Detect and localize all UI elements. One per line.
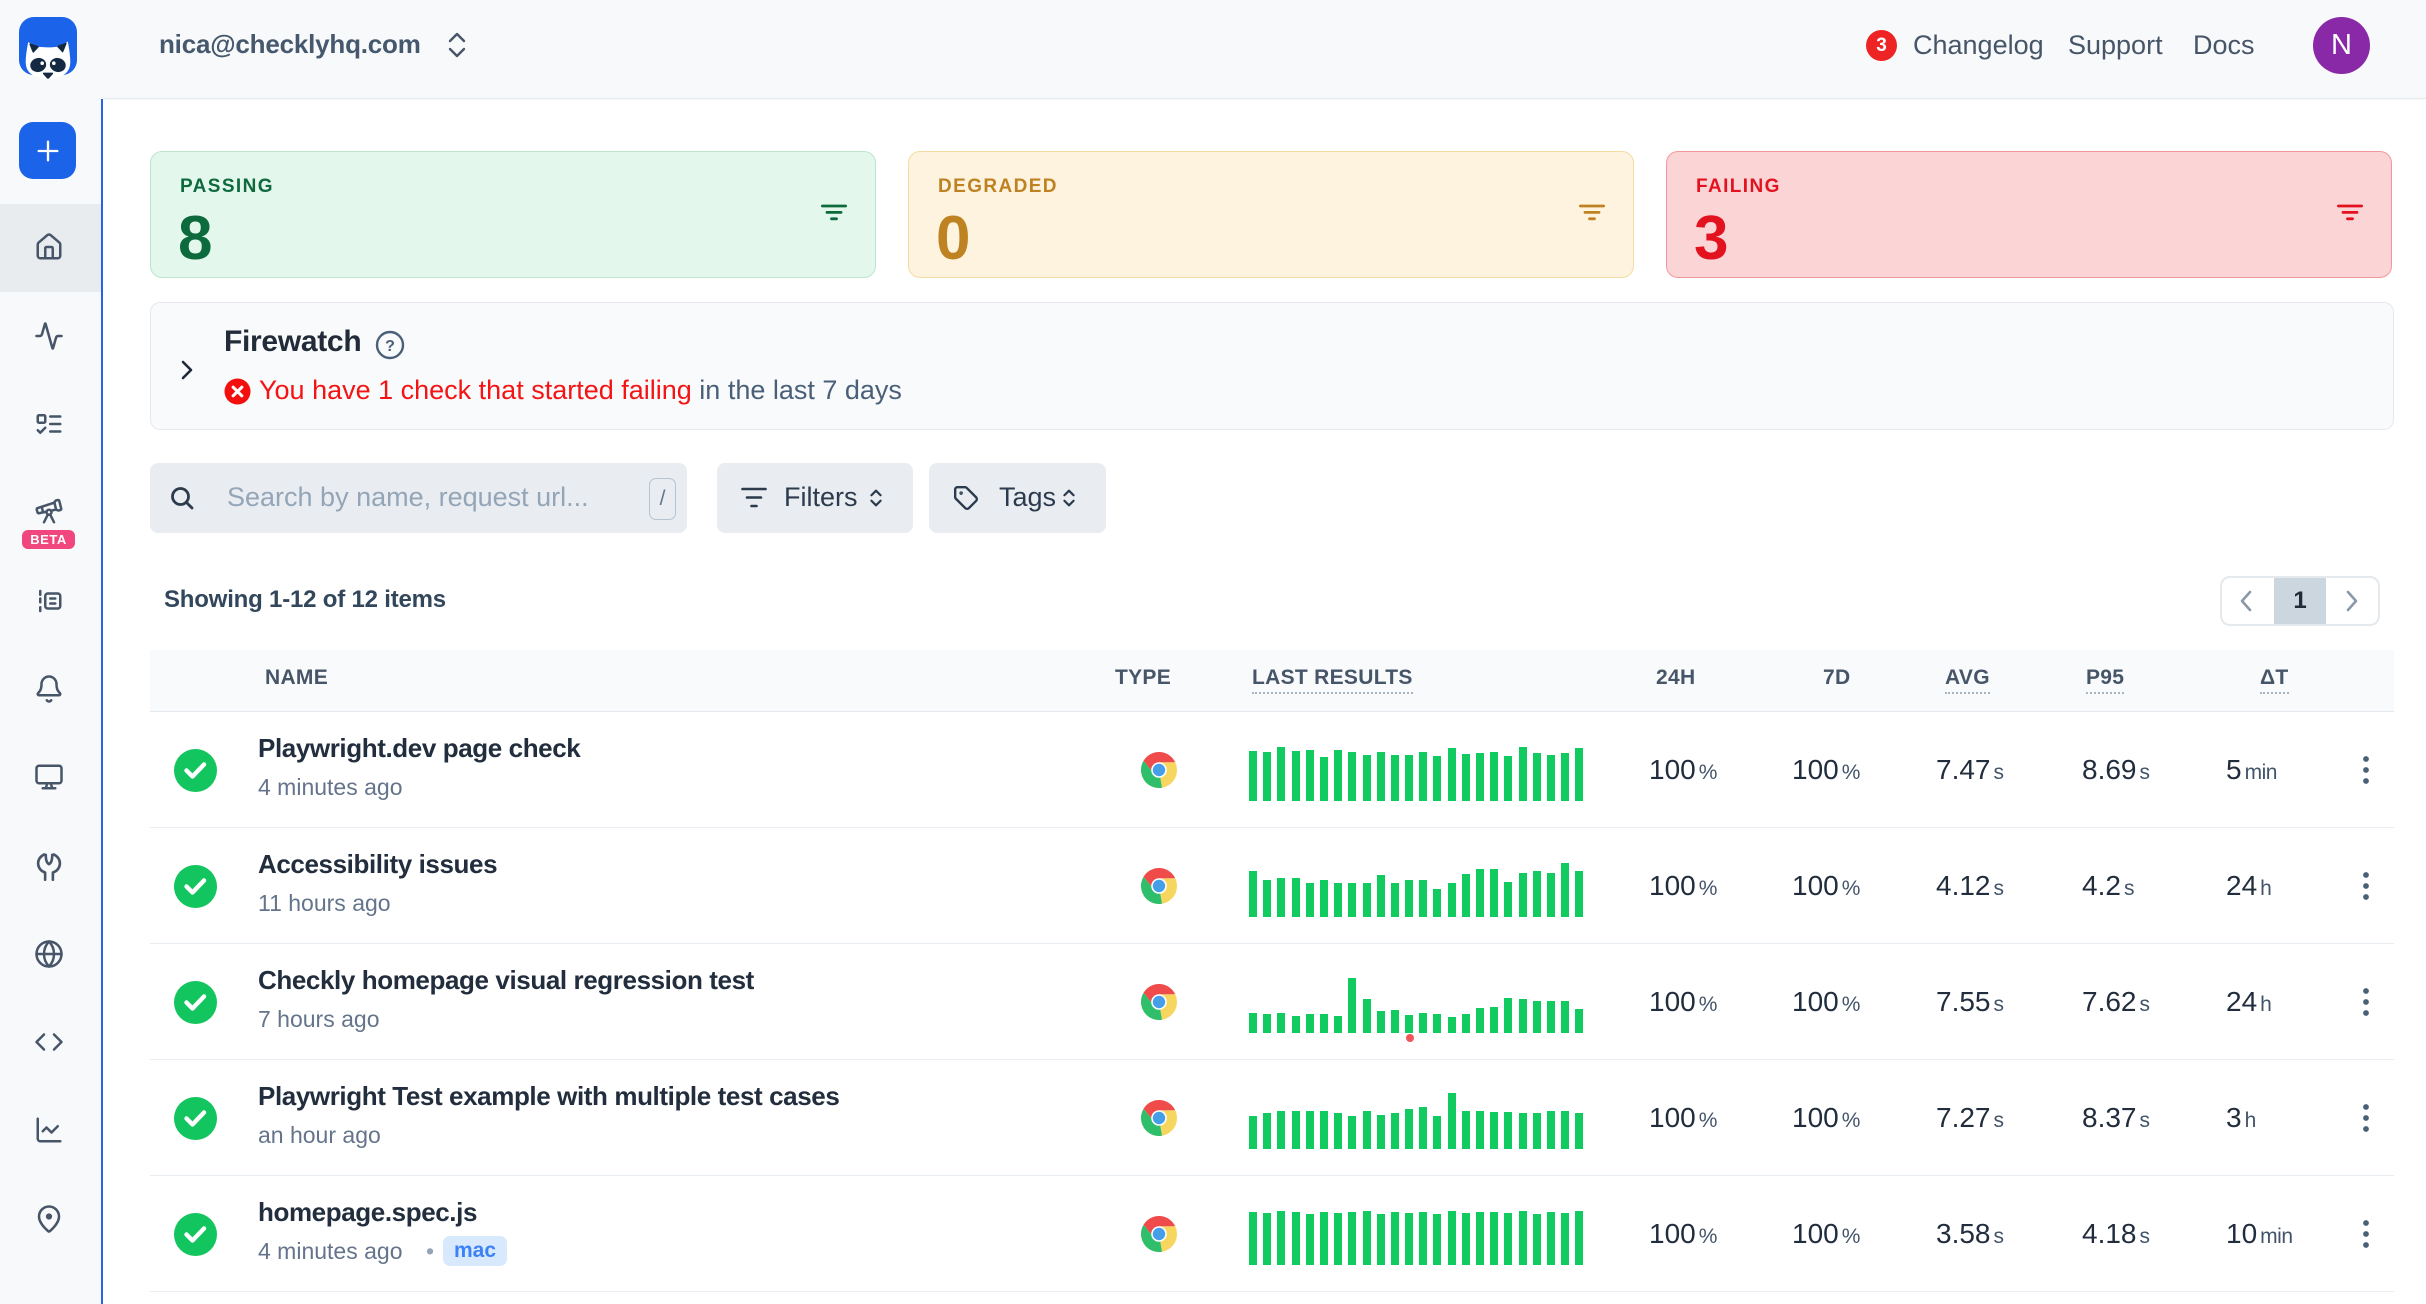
svg-text:?: ? <box>385 338 395 355</box>
